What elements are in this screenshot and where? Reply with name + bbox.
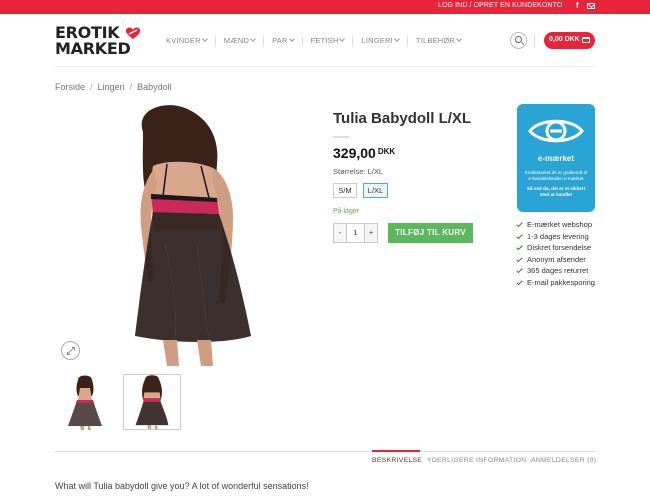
product-thumbnail-back[interactable] [123, 374, 181, 430]
quantity-stepper: - 1 + [333, 223, 378, 243]
breadcrumb-lingeri[interactable]: Lingeri [98, 82, 125, 92]
expand-icon-corner [72, 347, 75, 350]
breadcrumb-separator: / [129, 82, 133, 92]
emarket-brand: e-mærket [537, 154, 574, 163]
check-icon [516, 278, 523, 285]
breadcrumb-separator: / [90, 82, 93, 92]
chevron-down-icon [456, 36, 462, 42]
site-logo[interactable]: EROTIK MARKED [55, 24, 150, 58]
feature-item: E-mail pakkesporing [516, 278, 595, 290]
feature-list: E-mærket webshop 1-3 dages levering Disk… [516, 220, 595, 290]
product-price: 329,00 DKK [333, 145, 395, 161]
chevron-down-icon [394, 36, 400, 42]
expand-icon-corner [67, 352, 70, 355]
nav-item-fetish[interactable]: FETISH [311, 36, 346, 46]
nav-item-maend[interactable]: MÆND [224, 36, 256, 46]
emarket-eye-icon [528, 119, 584, 143]
nav-item-kvinder[interactable]: KVINDER [166, 36, 208, 46]
cart-icon [582, 37, 590, 43]
breadcrumb: Forside / Lingeri / Babydoll [55, 82, 172, 92]
emarket-badge[interactable]: e-mærket ErotikMarket.dk er godkendt af … [517, 104, 595, 212]
check-icon [516, 266, 523, 274]
emarket-tagline: Så ved du, det er et sikkert sted at han… [526, 186, 586, 197]
product-main-image[interactable] [105, 104, 275, 366]
size-option-lxl[interactable]: L/XL [363, 183, 388, 198]
add-to-cart-button[interactable]: TILFØJ TIL KURV [388, 223, 473, 243]
cart-total: 0,00 DKK [549, 36, 580, 43]
zoom-button[interactable] [61, 341, 80, 360]
nav-divider [406, 36, 408, 46]
price-value: 329,00 [333, 145, 376, 161]
quantity-decrease-button[interactable]: - [334, 224, 347, 242]
quantity-input[interactable]: 1 [347, 224, 364, 242]
product-description: What will Tulia babydoll give you? A lot… [55, 481, 309, 491]
chevron-down-icon [201, 36, 208, 42]
cart-button[interactable]: 0,00 DKK [544, 32, 595, 49]
check-icon [516, 255, 523, 262]
header-divider-line [55, 66, 595, 67]
tab-anmeldelser[interactable]: ANMELDELSER (0) [531, 457, 596, 464]
active-tab-indicator [372, 450, 420, 452]
top-bar: LOG IND / OPRET EN KUNDEKONTO f [0, 0, 650, 14]
facebook-icon[interactable]: f [576, 2, 583, 10]
size-option-sm[interactable]: S/M [333, 183, 357, 198]
nav-divider [352, 36, 354, 46]
feature-item: E-mærket webshop [516, 220, 595, 232]
mail-icon[interactable] [587, 3, 595, 9]
tab-beskrivelse[interactable]: BESKRIVELSE [372, 457, 422, 464]
product-title: Tulia Babydoll L/XL [333, 110, 472, 127]
main-nav: KVINDER MÆND PAR FETISH LINGERI TILBEHØR [166, 36, 462, 46]
title-divider [333, 136, 349, 138]
emarket-description: ErotikMarket.dk er godkendt af e-handels… [524, 170, 588, 181]
price-currency: DKK [377, 147, 396, 156]
logo-heart-icon [125, 27, 141, 39]
nav-item-tilbehor[interactable]: TILBEHØR [416, 36, 462, 46]
chevron-down-icon [339, 36, 346, 42]
feature-item: Anonym afsender [516, 255, 595, 267]
feature-item: 365 dages returret [516, 266, 595, 278]
header-divider [534, 34, 535, 47]
chevron-down-icon [288, 36, 295, 42]
search-button[interactable] [510, 32, 527, 49]
product-thumbnail-front[interactable] [56, 374, 114, 430]
check-icon [516, 220, 523, 228]
feature-item: 1-3 dages levering [516, 232, 595, 244]
search-icon-handle [520, 42, 525, 46]
nav-divider [263, 36, 265, 46]
tabs-divider [55, 451, 595, 452]
check-icon [516, 232, 523, 239]
nav-divider [214, 36, 216, 46]
chevron-down-icon [250, 36, 256, 42]
feature-item: Diskret forsendelse [516, 243, 595, 255]
check-icon [516, 243, 523, 251]
breadcrumb-forside[interactable]: Forside [55, 82, 85, 92]
logo-text-line2: MARKED [55, 39, 131, 58]
breadcrumb-babydoll[interactable]: Babydoll [137, 82, 172, 92]
tab-yderligere-information[interactable]: YDERLIGERE INFORMATION [427, 457, 526, 464]
nav-divider [301, 36, 303, 46]
login-link[interactable]: LOG IND / OPRET EN KUNDEKONTO [438, 2, 562, 9]
quantity-increase-button[interactable]: + [364, 224, 377, 242]
size-label: Størrelse: L/XL [333, 167, 384, 176]
nav-item-par[interactable]: PAR [272, 36, 295, 46]
nav-item-lingeri[interactable]: LINGERI [361, 36, 400, 46]
stock-status: På lager [333, 208, 360, 215]
